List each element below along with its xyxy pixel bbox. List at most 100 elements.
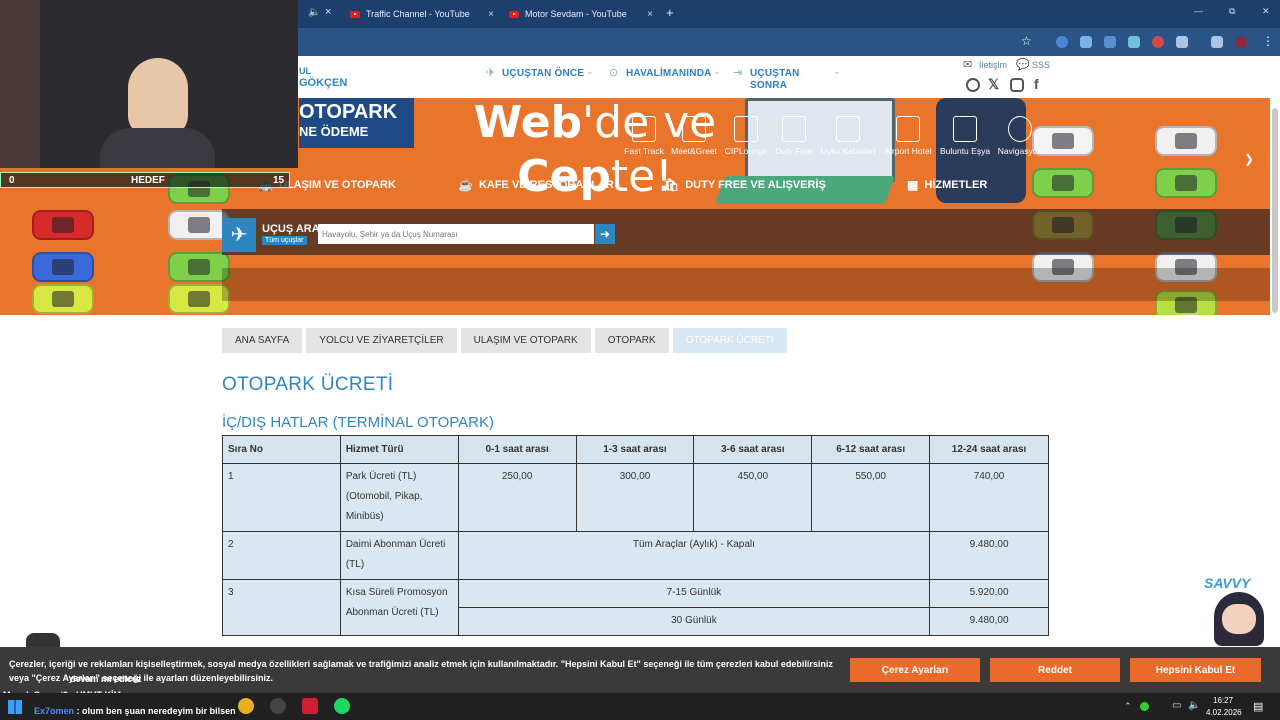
extension-icon[interactable] [1128,36,1140,48]
sleep-pod-icon[interactable] [836,116,860,142]
chevron-down-icon: ⌄ [713,66,721,76]
x-app-icon[interactable] [302,698,318,714]
faq-link[interactable]: SSS [1032,60,1050,70]
goal-current: 0 [9,175,15,186]
extension-icon[interactable] [1104,36,1116,48]
goal-target: 15 [273,175,285,186]
nav-ucustan-once[interactable]: UÇUŞTAN ÖNCE [502,68,584,79]
plane-search-icon: ✈ [222,218,256,252]
search-submit-button[interactable]: ➜ [595,224,615,244]
tab-mute-icon[interactable]: 🔈 [308,7,320,18]
breadcrumb-parking[interactable]: OTOPARK [594,328,669,353]
row-description: Tüm Araçlar (Aylık) - Kapalı [457,531,931,580]
hotel-icon[interactable] [896,116,920,142]
nav-havalimaninda[interactable]: HAVALİMANINDA [626,68,712,79]
app-icon[interactable] [270,698,286,714]
lost-found-icon[interactable] [953,116,977,142]
tab-motor-sevdam[interactable]: Motor Sevdam - YouTube × [509,4,653,24]
header-3-6: 3-6 saat arası [693,435,813,464]
logo[interactable]: GÖKÇEN [299,77,347,89]
table-row: 1 Park Ücreti (TL) (Otomobil, Pikap, Min… [222,463,1049,532]
clock-date[interactable]: 4.02.2026 [1206,708,1242,717]
cookie-settings-button[interactable]: Çerez Ayarları [850,658,980,682]
cookie-reject-button[interactable]: Reddet [990,658,1120,682]
service-sleep-pods[interactable]: Uyku Kabinleri [818,146,878,156]
breadcrumb-transport[interactable]: ULAŞIM VE OTOPARK [460,328,591,353]
menu-list-icon[interactable] [1211,36,1223,48]
service-navigation[interactable]: Navigasyon [993,146,1047,156]
quicklink-services[interactable]: ▦ HİZMETLER [907,178,987,192]
header-12-24: 12-24 saat arası [929,435,1049,464]
nav-ucustan-sonra-line1[interactable]: UÇUŞTAN [750,68,800,79]
mascot-label[interactable]: SAVVY [1204,575,1250,591]
service-lost-found[interactable]: Buluntu Eşya [937,146,993,156]
tab-close-icon[interactable]: × [325,6,331,18]
close-tab-icon[interactable]: × [488,9,494,20]
streamer-avatar [128,58,188,136]
volume-icon[interactable]: 🔈 [1188,700,1200,711]
puzzle-icon[interactable] [1176,36,1188,48]
tray-chevron-icon[interactable]: ⌃ [1124,701,1132,712]
all-flights-badge[interactable]: Tüm uçuşlar [262,236,307,245]
service-airport-hotel[interactable]: Airport Hotel [880,146,936,156]
minimize-button[interactable]: — [1194,6,1203,16]
navigation-icon[interactable] [1008,116,1032,142]
headline-te: te! [610,151,673,202]
maximize-button[interactable]: ⧉ [1229,6,1235,17]
breadcrumb-home[interactable]: ANA SAYFA [222,328,303,353]
notification-icon[interactable]: ▤ [1253,700,1263,713]
row-service: Kısa Süreli Promosyon Abonman Ücreti (TL… [339,579,459,636]
new-tab-button[interactable]: + [666,5,674,20]
service-meet-greet[interactable]: Meet&Greet [668,146,720,156]
extension-icon[interactable] [1080,36,1092,48]
cookie-accept-button[interactable]: Hepsini Kabul Et [1130,658,1261,682]
tab-traffic-channel[interactable]: Traffic Channel - YouTube × [350,4,494,24]
instagram-icon[interactable] [1010,78,1024,92]
facebook-icon[interactable]: f [1034,76,1039,92]
tray-icon[interactable] [1140,702,1149,711]
duty-free-icon[interactable] [782,116,806,142]
contact-link[interactable]: İletişim [979,60,1007,70]
extension-icon[interactable] [1152,36,1164,48]
quicklink-cafe[interactable]: ☕ KAFE VE RESTORANLAR [458,178,614,192]
chat-icon: 💬 [1016,59,1030,71]
breadcrumb-passengers[interactable]: YOLCU VE ZİYARETÇİLER [306,328,457,353]
spotify-icon[interactable] [334,698,350,714]
whatsapp-icon[interactable] [966,78,980,92]
row-service: Daimi Abonman Ücreti (TL) [339,531,459,580]
carousel-next-icon[interactable]: ❯ [1244,152,1254,166]
parking-fee-table: Sıra No Hizmet Türü 0-1 saat arası 1-3 s… [222,435,1049,636]
page-scrollbar[interactable] [1272,108,1278,313]
breadcrumb: ANA SAYFA YOLCU VE ZİYARETÇİLER ULAŞIM V… [222,328,787,353]
network-icon[interactable]: ▭ [1172,700,1181,711]
profile-avatar[interactable] [1235,36,1247,48]
tab-label: Motor Sevdam - YouTube [525,9,627,19]
exit-icon: ⇥ [733,67,743,79]
close-tab-icon[interactable]: × [647,9,653,20]
nav-ucustan-sonra-line2[interactable]: SONRA [750,80,787,91]
service-fast-track[interactable]: Fast Track [620,146,668,156]
close-window-button[interactable]: ✕ [1262,6,1270,17]
meet-greet-icon[interactable] [682,116,706,142]
fast-track-icon[interactable] [632,116,656,142]
service-duty-free[interactable]: Duty Free [770,146,818,156]
chrome-icon[interactable] [238,698,254,714]
quick-links-bar [222,268,1270,301]
chat-message: Ex7omen : olum ben şuan neredeyim bir bi… [34,706,236,716]
service-cip-lounge[interactable]: CIPLounge [720,146,772,156]
flight-search-input[interactable] [318,224,594,244]
chat-message: devam mı edicez [70,674,142,684]
windows-start-icon[interactable] [8,700,22,714]
x-twitter-icon[interactable]: 𝕏 [988,76,999,93]
car-icon [168,284,230,314]
kebab-menu-icon[interactable]: ⋮ [1262,34,1274,48]
badge-line2: NE ÖDEME [299,124,369,139]
tab-label: Traffic Channel - YouTube [366,9,470,19]
clock-time[interactable]: 16:27 [1213,696,1233,705]
quicklink-duty-free[interactable]: 🛍 DUTY FREE VE ALIŞVERİŞ [664,178,826,192]
price-cell: 5.920,00 [929,579,1049,608]
extension-icon[interactable] [1056,36,1068,48]
car-icon [32,210,94,240]
bookmark-star-icon[interactable]: ☆ [1021,34,1032,48]
cip-lounge-icon[interactable] [734,116,758,142]
